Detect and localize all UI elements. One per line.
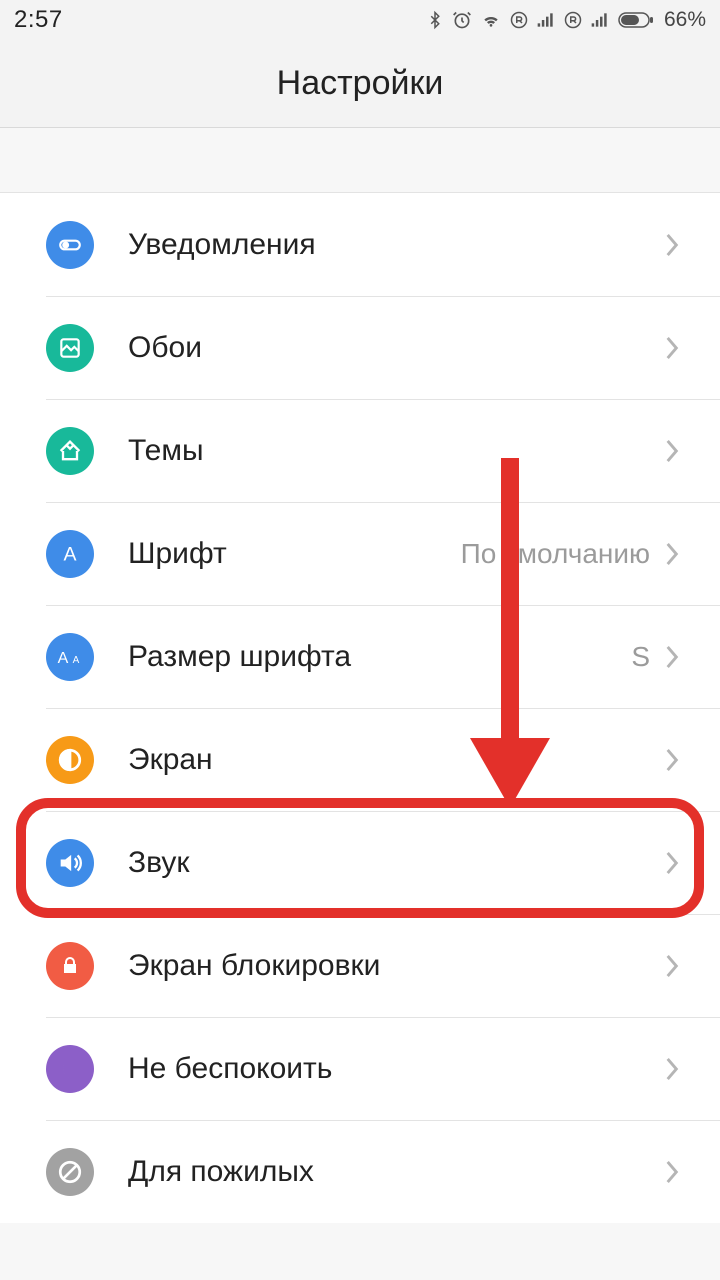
row-elderly[interactable]: Для пожилых bbox=[0, 1120, 720, 1223]
chevron-right-icon bbox=[664, 953, 680, 979]
sound-icon bbox=[46, 839, 94, 887]
signal-icon bbox=[536, 10, 556, 30]
chevron-right-icon bbox=[664, 1056, 680, 1082]
header: Настройки bbox=[0, 40, 720, 128]
row-display[interactable]: Экран bbox=[0, 708, 720, 811]
wallpaper-icon bbox=[46, 324, 94, 372]
chevron-right-icon bbox=[664, 335, 680, 361]
chevron-right-icon bbox=[664, 541, 680, 567]
settings-list: Уведомления Обои Темы A Шрифт По умолчан… bbox=[0, 192, 720, 1223]
notifications-icon bbox=[46, 221, 94, 269]
display-icon bbox=[46, 736, 94, 784]
row-dnd[interactable]: Не беспокоить bbox=[0, 1017, 720, 1120]
row-label: Звук bbox=[128, 846, 664, 880]
bluetooth-icon bbox=[426, 10, 444, 30]
row-font[interactable]: A Шрифт По умолчанию bbox=[0, 502, 720, 605]
chevron-right-icon bbox=[664, 1159, 680, 1185]
row-label: Экран bbox=[128, 743, 664, 777]
status-bar: 2:57 66% bbox=[0, 0, 720, 40]
fontsize-icon: AA bbox=[46, 633, 94, 681]
row-wallpaper[interactable]: Обои bbox=[0, 296, 720, 399]
row-fontsize[interactable]: AA Размер шрифта S bbox=[0, 605, 720, 708]
svg-text:A: A bbox=[73, 655, 80, 666]
row-label: Обои bbox=[128, 331, 664, 365]
alarm-icon bbox=[452, 10, 472, 30]
row-lockscreen[interactable]: Экран блокировки bbox=[0, 914, 720, 1017]
chevron-right-icon bbox=[664, 644, 680, 670]
wifi-icon bbox=[480, 10, 502, 30]
content: Уведомления Обои Темы A Шрифт По умолчан… bbox=[0, 128, 720, 1280]
battery-percent: 66% bbox=[664, 8, 706, 32]
row-label: Темы bbox=[128, 434, 664, 468]
row-label: Не беспокоить bbox=[128, 1052, 664, 1086]
page-title: Настройки bbox=[277, 64, 444, 103]
svg-text:A: A bbox=[58, 650, 69, 667]
registered-icon bbox=[510, 10, 528, 30]
row-sound[interactable]: Звук bbox=[0, 811, 720, 914]
row-label: Уведомления bbox=[128, 228, 664, 262]
elderly-icon bbox=[46, 1148, 94, 1196]
row-themes[interactable]: Темы bbox=[0, 399, 720, 502]
row-value: По умолчанию bbox=[461, 538, 650, 570]
svg-text:A: A bbox=[63, 543, 76, 565]
chevron-right-icon bbox=[664, 438, 680, 464]
chevron-right-icon bbox=[664, 232, 680, 258]
row-label: Для пожилых bbox=[128, 1155, 664, 1189]
row-label: Экран блокировки bbox=[128, 949, 664, 983]
battery-icon bbox=[618, 10, 654, 30]
signal-icon-2 bbox=[590, 10, 610, 30]
status-icons: 66% bbox=[426, 8, 706, 32]
font-icon: A bbox=[46, 530, 94, 578]
row-label: Размер шрифта bbox=[128, 640, 631, 674]
spacer bbox=[0, 128, 720, 192]
registered-icon-2 bbox=[564, 10, 582, 30]
themes-icon bbox=[46, 427, 94, 475]
status-time: 2:57 bbox=[14, 6, 63, 34]
row-label: Шрифт bbox=[128, 537, 461, 571]
row-value: S bbox=[631, 641, 650, 673]
chevron-right-icon bbox=[664, 850, 680, 876]
lock-icon bbox=[46, 942, 94, 990]
chevron-right-icon bbox=[664, 747, 680, 773]
moon-icon bbox=[46, 1045, 94, 1093]
row-notifications[interactable]: Уведомления bbox=[0, 193, 720, 296]
